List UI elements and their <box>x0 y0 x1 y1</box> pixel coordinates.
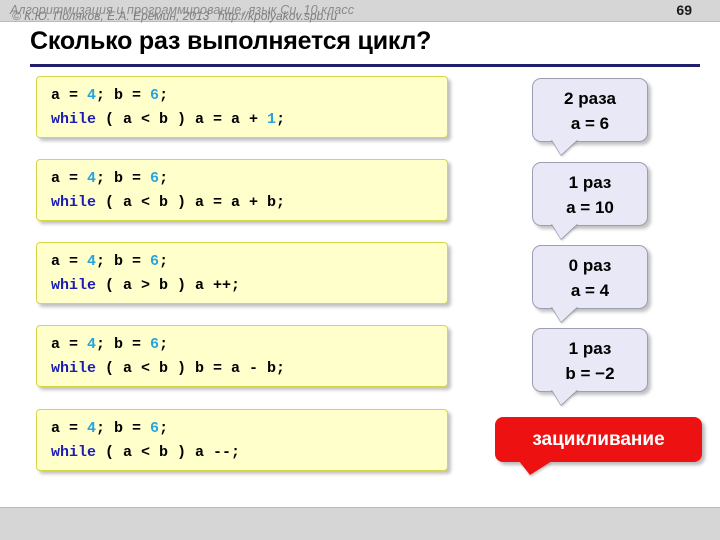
callout-tail-icon <box>552 307 577 322</box>
code-text: ; <box>159 253 169 270</box>
code-line-2: while ( a < b ) a = a + b; <box>51 191 447 215</box>
code-block: a = 4; b = 6; while ( a < b ) a --; <box>36 409 448 471</box>
code-number: 1 <box>267 111 277 128</box>
code-text: ; b = <box>96 253 151 270</box>
code-block: a = 4; b = 6; while ( a < b ) b = a - b; <box>36 325 448 387</box>
code-text: a = <box>51 170 88 187</box>
code-number: 4 <box>87 253 97 270</box>
code-line-1: a = 4; b = 6; <box>51 167 447 191</box>
code-keyword: while <box>51 111 97 128</box>
code-text: ; <box>276 111 286 128</box>
title-divider <box>30 64 700 67</box>
code-text: ; <box>159 336 169 353</box>
code-keyword: while <box>51 277 97 294</box>
code-number: 4 <box>87 87 97 104</box>
code-text: ; b = <box>96 170 151 187</box>
code-block: a = 4; b = 6; while ( a < b ) a = a + b; <box>36 159 448 221</box>
code-text: a = <box>51 336 88 353</box>
code-text: a = <box>51 420 88 437</box>
callout-tail-icon <box>552 224 577 239</box>
code-text: ; b = <box>96 420 151 437</box>
code-text: ; b = <box>96 87 151 104</box>
callout-tail-icon <box>519 461 552 475</box>
answer-count: 1 раз <box>568 339 612 358</box>
code-number: 4 <box>87 170 97 187</box>
answer-count: 1 раз <box>568 173 612 192</box>
answer-callout: 2 раза a = 6 <box>532 78 648 156</box>
code-keyword: while <box>51 444 97 461</box>
code-text: ( a < b ) a = a + <box>96 111 268 128</box>
code-line-1: a = 4; b = 6; <box>51 250 447 274</box>
code-line-1: a = 4; b = 6; <box>51 417 447 441</box>
code-text: ( a < b ) b = a - b; <box>96 360 286 377</box>
code-number: 6 <box>150 170 160 187</box>
code-block: a = 4; b = 6; while ( a < b ) a = a + 1; <box>36 76 448 138</box>
callout-tail-icon <box>552 390 577 405</box>
code-number: 6 <box>150 87 160 104</box>
infinite-loop-callout: зацикливание <box>495 417 702 475</box>
code-line-2: while ( a < b ) a = a + 1; <box>51 108 447 132</box>
page-title: Сколько раз выполняется цикл? <box>30 27 432 55</box>
footer-url[interactable]: http://kpolyakov.spb.ru <box>218 9 337 23</box>
footer-bar <box>0 507 720 540</box>
code-number: 6 <box>150 420 160 437</box>
code-text: ; <box>159 87 169 104</box>
callout-tail-icon <box>552 140 577 155</box>
answer-result: a = 6 <box>570 114 610 133</box>
code-number: 6 <box>150 336 160 353</box>
code-keyword: while <box>51 360 97 377</box>
code-text: a = <box>51 87 88 104</box>
answer-callout: 1 раз b = −2 <box>532 328 648 406</box>
code-number: 4 <box>87 336 97 353</box>
answer-callout: 1 раз a = 10 <box>532 162 648 240</box>
code-text: ; <box>159 420 169 437</box>
footer-copyright: © К.Ю. Поляков, Е.А. Ерёмин, 2013 <box>12 9 210 23</box>
page-number: 69 <box>676 2 692 18</box>
answer-count: 2 раза <box>564 89 616 108</box>
answer-result: a = 4 <box>570 281 610 300</box>
code-text: ( a > b ) a ++; <box>96 277 241 294</box>
code-number: 4 <box>87 420 97 437</box>
code-keyword: while <box>51 194 97 211</box>
code-text: ; b = <box>96 336 151 353</box>
code-line-2: while ( a < b ) a --; <box>51 441 447 465</box>
code-text: ( a < b ) a --; <box>96 444 241 461</box>
answer-count: 0 раз <box>568 256 612 275</box>
code-line-1: a = 4; b = 6; <box>51 333 447 357</box>
answer-callout: 0 раз a = 4 <box>532 245 648 323</box>
code-text: ; <box>159 170 169 187</box>
code-line-2: while ( a > b ) a ++; <box>51 274 447 298</box>
infinite-loop-label: зацикливание <box>532 429 665 450</box>
code-text: a = <box>51 253 88 270</box>
code-line-1: a = 4; b = 6; <box>51 84 447 108</box>
answer-result: a = 10 <box>566 198 614 217</box>
code-block: a = 4; b = 6; while ( a > b ) a ++; <box>36 242 448 304</box>
code-text: ( a < b ) a = a + b; <box>96 194 286 211</box>
code-line-2: while ( a < b ) b = a - b; <box>51 357 447 381</box>
answer-result: b = −2 <box>565 364 615 383</box>
code-number: 6 <box>150 253 160 270</box>
